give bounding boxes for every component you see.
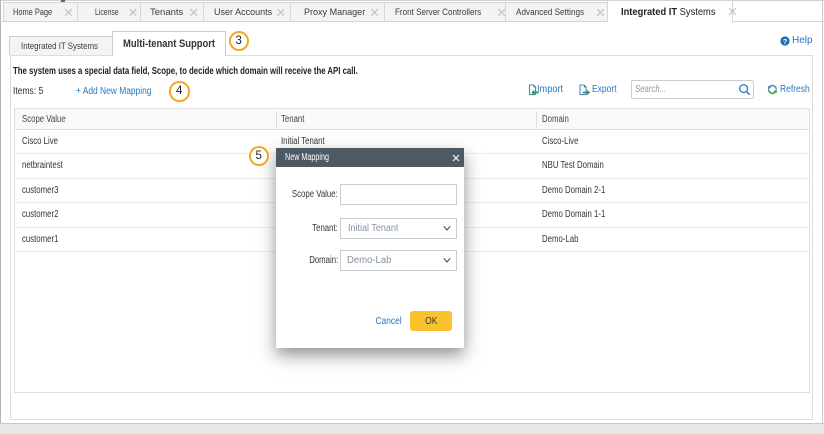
svg-text:?: ? — [783, 37, 788, 46]
